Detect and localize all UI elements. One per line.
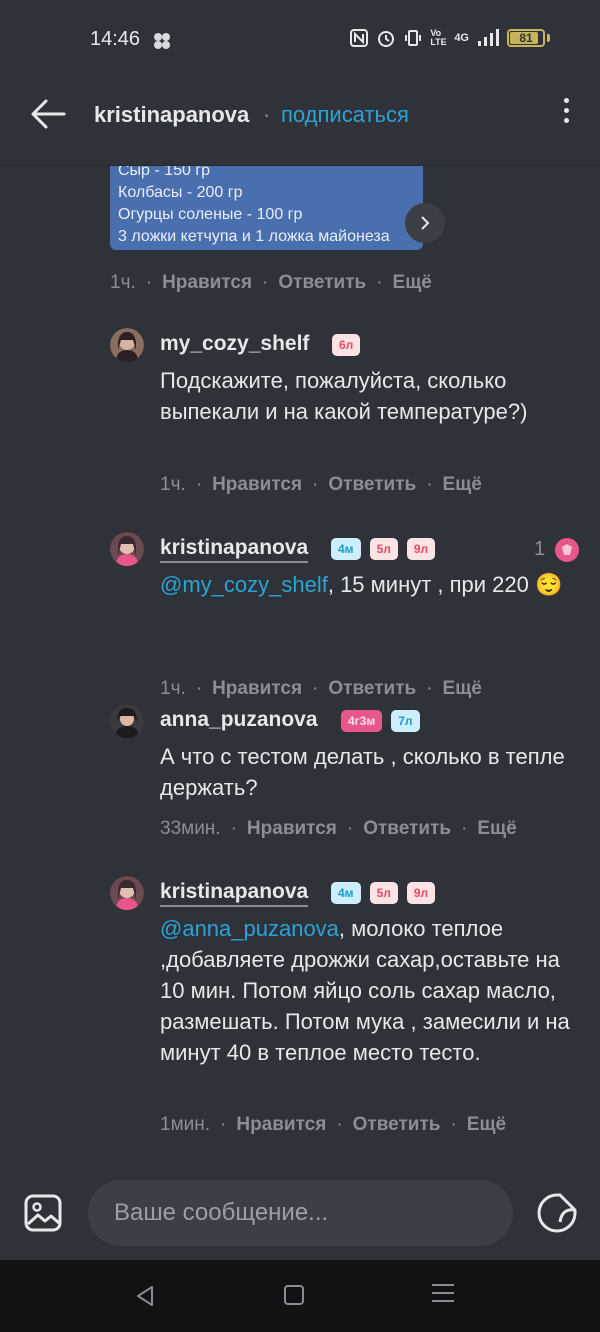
back-arrow-icon[interactable] xyxy=(26,94,70,134)
image-attach-icon[interactable] xyxy=(24,1194,62,1232)
more-button[interactable]: Ещё xyxy=(393,272,432,293)
status-badge: 4г3м xyxy=(341,710,383,732)
header-username[interactable]: kristinapanova xyxy=(94,102,249,128)
comments-feed[interactable]: Сыр - 150 гр Колбасы - 200 гр Огурцы сол… xyxy=(0,166,600,1166)
heart-icon[interactable] xyxy=(555,538,579,562)
battery-tip xyxy=(547,34,550,42)
comment-text: Подскажите, пожалуйста, сколько выпекали… xyxy=(160,368,528,424)
system-nav-bar xyxy=(0,1260,600,1332)
more-button[interactable]: Ещё xyxy=(467,1114,506,1135)
badge-group: 4м 5л 9л xyxy=(331,882,436,904)
badge-group: 6л xyxy=(332,334,361,356)
avatar[interactable] xyxy=(110,876,144,910)
more-button[interactable]: Ещё xyxy=(477,818,516,839)
comment-username[interactable]: kristinapanova xyxy=(160,880,309,907)
network-type: 4G xyxy=(454,32,469,44)
status-badge: 9л xyxy=(406,882,436,904)
recipe-line: Сыр - 150 гр xyxy=(118,166,211,179)
like-button[interactable]: Нравится xyxy=(212,474,302,495)
nav-home-icon[interactable] xyxy=(284,1285,304,1305)
status-badge: 4м xyxy=(331,882,361,904)
comment-text: @my_cozy_shelf, 15 минут , при 220 😌 xyxy=(160,569,590,600)
comment-time: 1мин. xyxy=(160,1114,211,1135)
recipe-line: Колбасы - 200 гр xyxy=(118,184,243,201)
like-button[interactable]: Нравится xyxy=(212,678,302,699)
reply-button[interactable]: Ответить xyxy=(363,818,451,839)
post-time: 1ч. xyxy=(110,272,136,293)
comment-meta: 1ч. · Нравится · Ответить · Ещё xyxy=(160,474,482,495)
avatar[interactable] xyxy=(110,328,144,362)
status-badge: 7л xyxy=(391,710,420,732)
volte-icon: Vo LTE xyxy=(430,28,447,47)
reply-button[interactable]: Ответить xyxy=(328,678,416,699)
more-button[interactable]: Ещё xyxy=(443,678,482,699)
message-input[interactable] xyxy=(88,1180,513,1246)
recipe-line: 3 ложки кетчупа и 1 ложка майонеза xyxy=(118,228,390,245)
more-options-icon[interactable] xyxy=(560,98,572,128)
reply-button[interactable]: Ответить xyxy=(278,272,366,293)
reply-button[interactable]: Ответить xyxy=(353,1114,441,1135)
mention-link[interactable]: @anna_puzanova xyxy=(160,916,339,941)
comment-username[interactable]: my_cozy_shelf xyxy=(160,332,309,356)
status-badge: 5л xyxy=(369,882,398,904)
comment-body: , 15 минут , при 220 😌 xyxy=(327,572,563,597)
comment-username[interactable]: anna_puzanova xyxy=(160,708,318,732)
like-count: 1 xyxy=(534,538,546,560)
like-button[interactable]: Нравится xyxy=(162,272,252,293)
comment-meta: 1мин. · Нравится · Ответить · Ещё xyxy=(160,1114,507,1135)
more-button[interactable]: Ещё xyxy=(443,474,482,495)
status-icons: Vo LTE 4G 81 xyxy=(350,28,550,48)
nav-recents-icon[interactable] xyxy=(432,1284,454,1306)
app-header: kristinapanova · подписаться xyxy=(0,80,600,166)
like-button[interactable]: Нравится xyxy=(236,1114,326,1135)
badge-group: 4г3м 7л xyxy=(341,710,420,732)
header-separator: · xyxy=(263,102,271,127)
comment-time: 1ч. xyxy=(160,678,186,699)
signal-icon xyxy=(478,29,499,46)
badge-group: 4м 5л 9л xyxy=(331,538,436,560)
avatar[interactable] xyxy=(110,704,144,738)
post-meta: 1ч. · Нравится · Ответить · Ещё xyxy=(110,272,432,293)
battery-level: 81 xyxy=(519,31,533,45)
subscribe-button[interactable]: подписаться xyxy=(281,102,409,128)
comment-meta: 1ч. · Нравится · Ответить · Ещё xyxy=(160,678,482,699)
reply-button[interactable]: Ответить xyxy=(328,474,416,495)
status-badge: 6л xyxy=(332,334,361,356)
comment-meta: 33мин. · Нравится · Ответить · Ещё xyxy=(160,818,517,839)
status-badge: 5л xyxy=(369,538,398,560)
status-badge: 9л xyxy=(406,538,436,560)
like-button[interactable]: Нравится xyxy=(247,818,337,839)
recipe-line: Огурцы соленые - 100 гр xyxy=(118,206,303,223)
sticker-icon[interactable] xyxy=(536,1192,578,1234)
recipe-image[interactable]: Сыр - 150 гр Колбасы - 200 гр Огурцы сол… xyxy=(110,166,423,250)
app-notification-icon xyxy=(154,33,170,49)
battery-icon: 81 xyxy=(507,29,545,47)
comment-time: 33мин. xyxy=(160,818,221,839)
comment-username[interactable]: kristinapanova xyxy=(160,536,309,563)
vibrate-icon xyxy=(405,30,422,46)
alarm-icon xyxy=(378,31,395,47)
comment-time: 1ч. xyxy=(160,474,186,495)
avatar[interactable] xyxy=(110,532,144,566)
comment-text: А что с тестом делать , сколько в тепле … xyxy=(160,744,565,800)
mention-link[interactable]: @my_cozy_shelf xyxy=(160,572,328,597)
status-badge: 4м xyxy=(331,538,361,560)
comment-text: @anna_puzanova, молоко теплое ,добавляет… xyxy=(160,913,590,1068)
nav-back-icon[interactable] xyxy=(133,1284,157,1308)
status-bar: 14:46 Vo LTE 4G 81 xyxy=(0,0,600,80)
nfc-icon xyxy=(350,29,369,47)
message-composer xyxy=(0,1166,600,1260)
status-time: 14:46 xyxy=(90,28,141,50)
image-next-icon[interactable] xyxy=(405,203,445,243)
